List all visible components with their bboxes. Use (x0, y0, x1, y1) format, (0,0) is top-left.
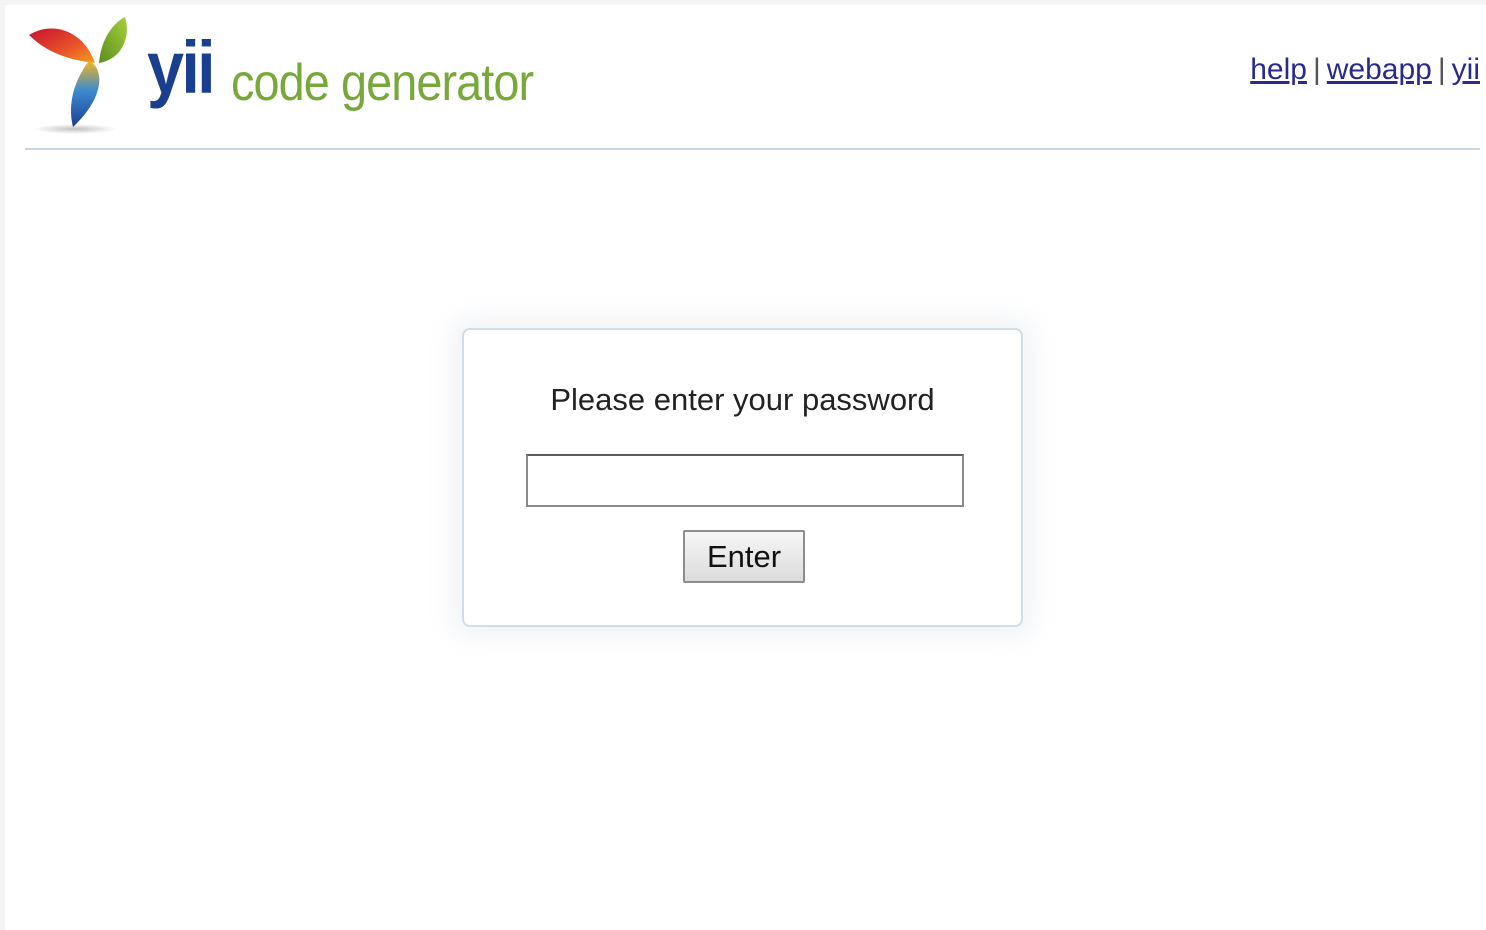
webapp-link[interactable]: webapp (1327, 53, 1432, 86)
header: yii code generator help | webapp | yii (25, 5, 1480, 150)
header-links: help | webapp | yii (1250, 53, 1480, 87)
password-prompt: Please enter your password (550, 382, 935, 417)
help-link[interactable]: help (1250, 53, 1307, 86)
login-panel: Please enter your password Enter (462, 328, 1023, 627)
enter-button[interactable]: Enter (683, 530, 805, 583)
yii-leaf-logo-icon (29, 17, 127, 134)
logo: yii code generator (25, 17, 625, 137)
link-separator: | (1437, 53, 1446, 86)
page: yii code generator help | webapp | yii Pleas… (5, 5, 1486, 930)
link-separator: | (1312, 53, 1321, 86)
yii-link[interactable]: yii (1452, 53, 1480, 86)
logo-brand-text: yii (147, 26, 216, 109)
password-input[interactable] (526, 454, 964, 507)
logo-product-text: code generator (231, 54, 534, 112)
